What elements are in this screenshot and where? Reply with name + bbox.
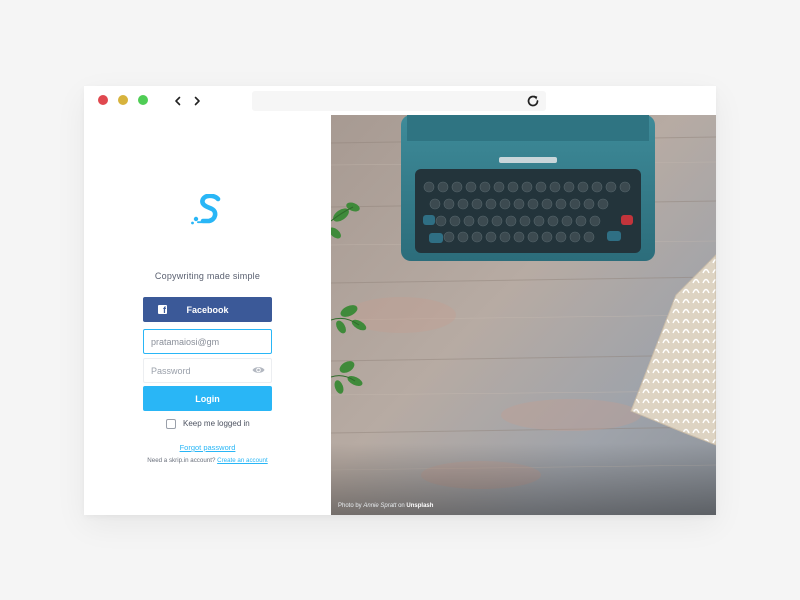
login-button-label: Login [195,393,220,404]
photo-credit-prefix: Photo by [338,503,362,509]
hero-photo: Photo by Annie Spratt on Unsplash [331,115,716,515]
chevron-right-icon [194,96,200,106]
login-panel: Copywriting made simple f Facebook Login… [84,115,331,515]
close-window-button[interactable] [98,95,108,105]
forgot-password-link[interactable]: Forgot password [84,443,331,452]
login-button[interactable]: Login [143,386,272,411]
maximize-window-button[interactable] [138,95,148,105]
tagline: Copywriting made simple [154,271,261,281]
reload-icon[interactable] [525,93,541,109]
show-password-eye-icon[interactable] [252,365,265,375]
photo-credit-source[interactable]: Unsplash [406,503,433,509]
facebook-button-label: Facebook [186,304,229,315]
keep-logged-in-label: Keep me logged in [183,419,250,428]
skripin-logo-icon [191,194,221,225]
browser-titlebar [84,86,716,115]
create-account-link[interactable]: Create an account [217,457,268,464]
email-field[interactable] [143,329,272,354]
keep-logged-in-checkbox[interactable] [166,418,176,429]
browser-window: Copywriting made simple f Facebook Login… [84,86,716,515]
forward-button[interactable] [189,93,205,109]
password-field-wrapper [143,358,272,383]
address-bar[interactable] [252,91,546,111]
password-field[interactable] [144,359,249,382]
photo-credit-mid: on [398,503,405,509]
photo-credit-author[interactable]: Annie Spratt [363,503,396,509]
signup-prompt-text: Need a skrip.in account? [147,457,216,464]
facebook-login-button[interactable]: f Facebook [143,297,272,322]
signup-prompt: Need a skrip.in account? Create an accou… [84,457,331,464]
typewriter-photo [331,115,716,515]
keep-logged-in[interactable]: Keep me logged in [166,418,250,429]
facebook-icon: f [158,305,167,314]
chevron-left-icon [175,96,181,106]
photo-credit: Photo by Annie Spratt on Unsplash [338,503,433,509]
back-button[interactable] [170,93,186,109]
minimize-window-button[interactable] [118,95,128,105]
